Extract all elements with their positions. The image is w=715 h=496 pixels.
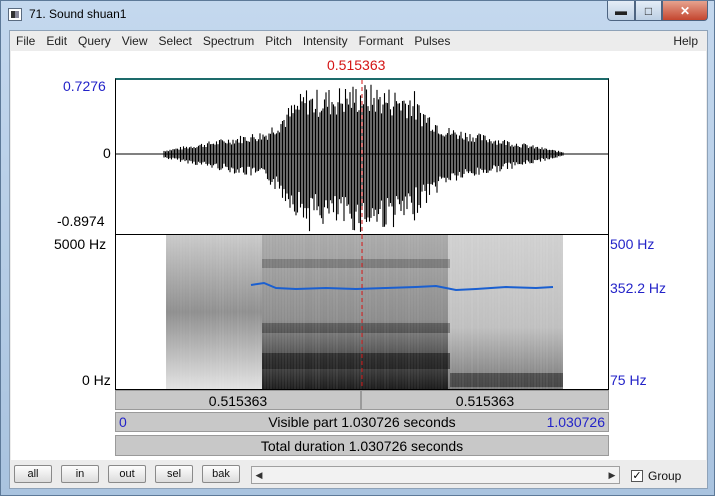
menu-edit[interactable]: Edit (40, 31, 72, 50)
scroll-right-arrow-icon[interactable]: ▶ (605, 467, 619, 483)
spectrogram-top-frequency-label: 5000 Hz (54, 236, 107, 252)
menu-spectrum[interactable]: Spectrum (197, 31, 259, 50)
left-segment-duration[interactable]: 0.515363 (115, 390, 361, 410)
formant-band (450, 373, 563, 387)
waveform-min-label: -0.8974 (57, 213, 105, 229)
menu-select[interactable]: Select (153, 31, 197, 50)
minimize-button[interactable]: ▬ (607, 1, 635, 21)
formant-band (262, 353, 450, 369)
spectrogram-bottom-frequency-label: 0 Hz (82, 372, 111, 388)
formant-band (262, 323, 450, 333)
scroll-left-arrow-icon[interactable]: ◀ (252, 467, 266, 483)
title-bar[interactable]: 71. Sound shuan1 ▬ □ ✕ (1, 1, 714, 29)
editor-client-area: File Edit Query View Select Spectrum Pit… (9, 30, 708, 489)
menu-pitch[interactable]: Pitch (259, 31, 297, 50)
menu-bar: File Edit Query View Select Spectrum Pit… (10, 31, 707, 50)
waveform-panel[interactable] (115, 78, 609, 235)
menu-intensity[interactable]: Intensity (297, 31, 353, 50)
pitch-bottom-label: 75 Hz (610, 372, 647, 388)
window-frame: 71. Sound shuan1 ▬ □ ✕ File Edit Query V… (0, 0, 715, 496)
pitch-current-label: 352.2 Hz (610, 280, 667, 296)
waveform-max-label: 0.7276 (63, 78, 106, 94)
zoom-to-selection-button[interactable]: sel (155, 465, 193, 483)
pitch-top-label: 500 Hz (610, 236, 655, 252)
formant-band (262, 259, 450, 268)
menu-file[interactable]: File (10, 31, 40, 50)
waveform-zero-label: 0 (103, 145, 111, 161)
spectrogram-graph (165, 235, 563, 389)
maximize-button[interactable]: □ (635, 1, 662, 21)
menu-view[interactable]: View (116, 31, 153, 50)
waveform-graph (116, 80, 608, 235)
spectrogram-panel[interactable] (115, 235, 609, 390)
visible-end-time: 1.030726 (546, 414, 605, 430)
show-all-button[interactable]: all (14, 465, 52, 483)
total-duration-bar[interactable]: Total duration 1.030726 seconds (115, 435, 609, 456)
zoom-in-button[interactable]: in (61, 465, 99, 483)
menu-formant[interactable]: Formant (353, 31, 409, 50)
bottom-toolbar: all in out sel bak ◀ ▶ ✓ Group (11, 461, 706, 488)
group-label: Group (648, 469, 682, 483)
menu-query[interactable]: Query (72, 31, 116, 50)
close-button[interactable]: ✕ (662, 1, 708, 21)
visible-part-text: Visible part 1.030726 seconds (268, 414, 456, 430)
zoom-out-button[interactable]: out (108, 465, 146, 483)
horizontal-scrollbar[interactable]: ◀ ▶ (251, 466, 620, 484)
cursor-time-label: 0.515363 (327, 57, 386, 73)
app-icon (8, 8, 22, 21)
menu-pulses[interactable]: Pulses (408, 31, 455, 50)
group-checkbox[interactable]: ✓ (631, 470, 643, 482)
zoom-back-button[interactable]: bak (202, 465, 240, 483)
menu-help[interactable]: Help (667, 31, 703, 50)
window-title: 71. Sound shuan1 (29, 7, 127, 21)
right-segment-duration[interactable]: 0.515363 (361, 390, 609, 410)
sound-display[interactable]: 0.515363 0.7276 0 -0.8974 5000 Hz 0 Hz 5… (11, 51, 706, 460)
visible-part-bar[interactable]: 0 Visible part 1.030726 seconds 1.030726 (115, 412, 609, 432)
